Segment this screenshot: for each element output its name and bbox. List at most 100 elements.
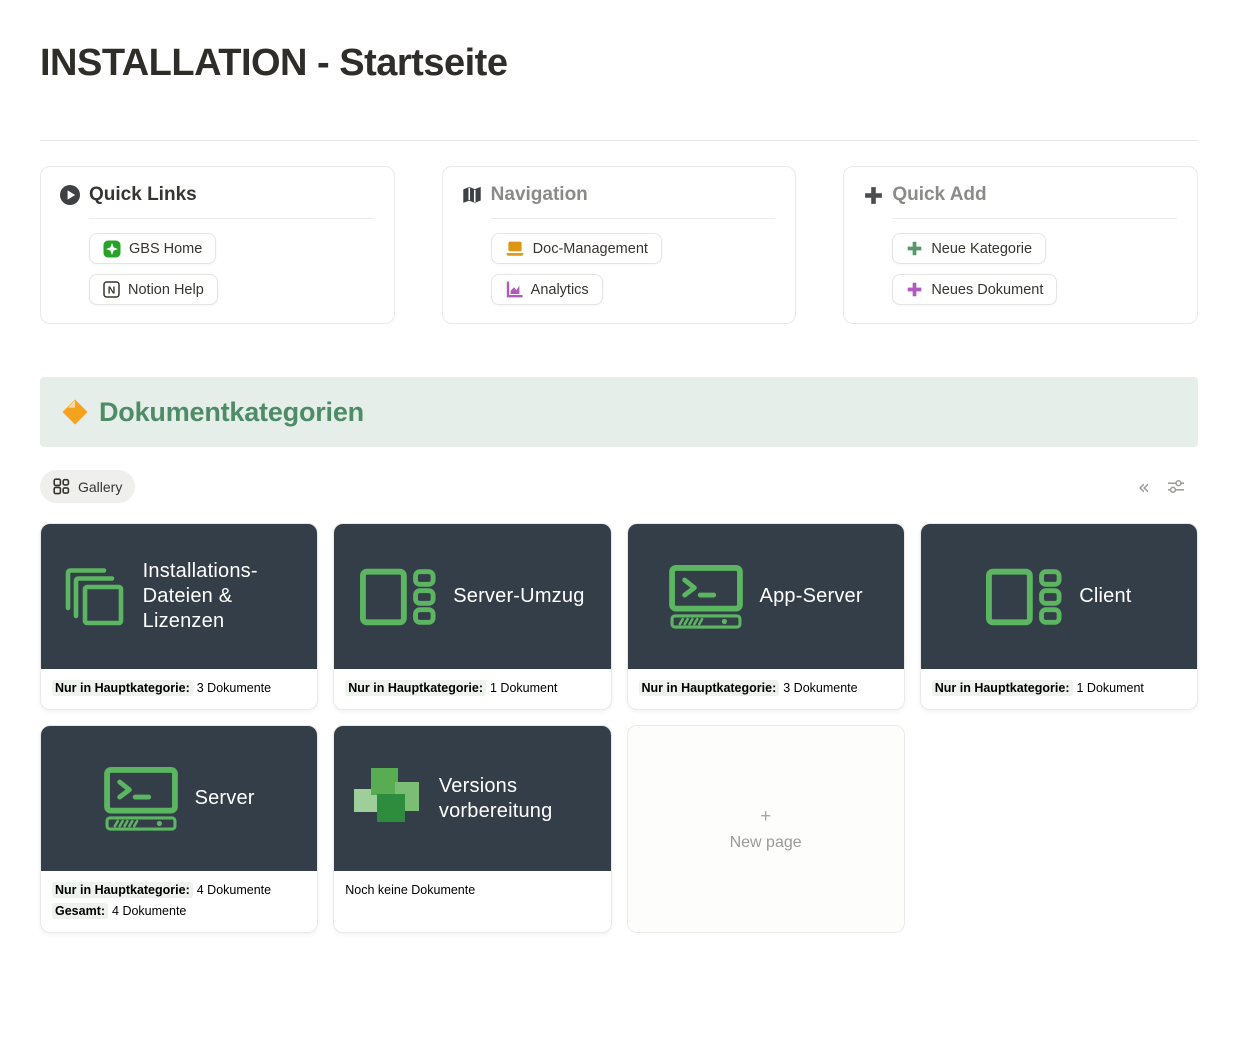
section-banner: Dokumentkategorien [40,377,1198,447]
link-button-gbs-home[interactable]: GBS Home [89,233,216,264]
pinwheel-squares-icon [354,765,422,833]
card-property: Nur in Hauptkategorie: 1 Dokument [932,679,1186,697]
card-cover: Client [921,524,1197,669]
card-props: Nur in Hauptkategorie:3 Dokumente [628,669,904,709]
card-cover: Server [41,726,317,871]
new-page-label: New page [730,834,802,852]
card-property: Gesamt: 4 Dokumente [52,902,306,920]
card-cover: Server-Umzug [334,524,610,669]
callout-head: Quick Add [862,184,1177,206]
notion-logo-icon: N [103,281,120,298]
cards-grid: Installations-Dateien & Lizenzen Nur in … [40,523,1198,933]
callout-buttons: GBS Home N Notion Help [89,233,374,305]
page-title: INSTALLATION - Startseite [40,42,1198,85]
card-cover: App-Server [628,524,904,669]
callout-quick-add: Quick Add Neue Kategorie Neues Dokument [843,166,1198,324]
laptop-icon [505,240,525,257]
card-props: Nur in Hauptkategorie: 4 Dokumente Gesamt… [41,871,317,932]
section-title: Dokumentkategorien [99,397,364,428]
callout-head: Quick Links [59,184,374,206]
link-button-neues-dokument[interactable]: Neues Dokument [892,274,1057,305]
button-label: Neue Kategorie [931,241,1032,257]
device-list-icon [360,568,436,626]
new-page-tile[interactable]: + New page [627,725,905,933]
card-cover: Installations-Dateien & Lizenzen [41,524,317,669]
device-list-icon [986,568,1062,626]
svg-text:N: N [108,284,116,296]
stacked-squares-icon [64,566,126,628]
map-icon [461,184,483,206]
property-label: Nur in Hauptkategorie: [345,680,486,696]
card-title: App-Server [760,584,863,609]
callout-head: Navigation [461,184,776,206]
card-property: Nur in Hauptkategorie: 1 Dokument [345,679,599,697]
orange-diamond-icon [61,398,89,426]
property-label: Nur in Hauptkategorie: [52,882,193,898]
property-value: 3 Dokumente [783,681,857,695]
gallery-card-app-server[interactable]: App-Server Nur in Hauptkategorie:3 Dokum… [627,523,905,710]
play-circle-icon [59,184,81,206]
card-title: Versions vorbereitung [439,774,591,824]
callout-navigation: Navigation Doc-Management Analytics [442,166,797,324]
gallery-card-installations-dateien-lizenzen[interactable]: Installations-Dateien & Lizenzen Nur in … [40,523,318,710]
plus-green-icon [906,240,923,257]
card-props: Nur in Hauptkategorie: 1 Dokument [334,669,610,709]
property-label: Nur in Hauptkategorie: [639,680,780,696]
property-value: 4 Dokumente [112,904,186,918]
property-value: 4 Dokumente [197,883,271,897]
callout-buttons: Doc-Management Analytics [491,233,776,305]
card-empty-note: Noch keine Dokumente [345,881,599,899]
property-label: Nur in Hauptkategorie: [932,680,1073,696]
card-title: Installations-Dateien & Lizenzen [143,559,295,634]
gallery-view-tab[interactable]: Gallery [40,470,135,503]
plus-bold-icon [862,184,884,206]
callout-divider [491,218,776,219]
card-props: Noch keine Dokumente [334,871,610,932]
card-title: Server-Umzug [453,584,584,609]
card-cover: Versions vorbereitung [334,726,610,871]
button-label: Notion Help [128,282,204,298]
terminal-icon [104,767,178,831]
gallery-toolbar: Gallery « [40,470,1198,503]
card-property: Nur in Hauptkategorie: 3 Dokumente [52,679,306,697]
callout-quick-links: Quick Links GBS Home N Notion Help [40,166,395,324]
gallery-card-versions-vorbereitung[interactable]: Versions vorbereitung Noch keine Dokumen… [333,725,611,933]
property-label: Nur in Hauptkategorie: [52,680,193,696]
plus-purple-icon [906,281,923,298]
chevrons-left-icon[interactable]: « [1138,477,1150,497]
gallery-card-server[interactable]: Server Nur in Hauptkategorie: 4 Dokumente… [40,725,318,933]
link-button-analytics[interactable]: Analytics [491,274,603,305]
button-label: Neues Dokument [931,282,1043,298]
button-label: Doc-Management [533,241,648,257]
card-title: Client [1079,584,1131,609]
callout-buttons: Neue Kategorie Neues Dokument [892,233,1177,305]
link-button-doc-management[interactable]: Doc-Management [491,233,662,264]
gbs-sparkle-icon [103,240,121,258]
plus-icon: + [760,807,771,826]
page-divider [40,140,1198,141]
card-title: Server [195,786,255,811]
property-label: Gesamt: [52,903,108,919]
button-label: GBS Home [129,241,202,257]
callout-row: Quick Links GBS Home N Notion Help Navig… [40,166,1198,324]
gallery-grid-icon [53,478,70,495]
gallery-card-server-umzug[interactable]: Server-Umzug Nur in Hauptkategorie: 1 Dok… [333,523,611,710]
link-button-neue-kategorie[interactable]: Neue Kategorie [892,233,1046,264]
link-button-notion-help[interactable]: N Notion Help [89,274,218,305]
card-property: Nur in Hauptkategorie:3 Dokumente [639,679,893,697]
callout-divider [892,218,1177,219]
property-value: 3 Dokumente [197,681,271,695]
terminal-icon [669,565,743,629]
property-value: 1 Dokument [490,681,557,695]
button-label: Analytics [531,282,589,298]
analytics-chart-icon [505,281,523,299]
page-root: INSTALLATION - Startseite Quick Links GB… [40,42,1198,933]
card-props: Nur in Hauptkategorie: 3 Dokumente [41,669,317,709]
gallery-card-client[interactable]: Client Nur in Hauptkategorie: 1 Dokument [920,523,1198,710]
view-settings-icon[interactable] [1166,479,1186,494]
card-property: Nur in Hauptkategorie: 4 Dokumente [52,881,306,899]
callout-title: Quick Links [89,184,197,206]
property-value: 1 Dokument [1077,681,1144,695]
callout-title: Navigation [491,184,588,206]
callout-divider [89,218,374,219]
